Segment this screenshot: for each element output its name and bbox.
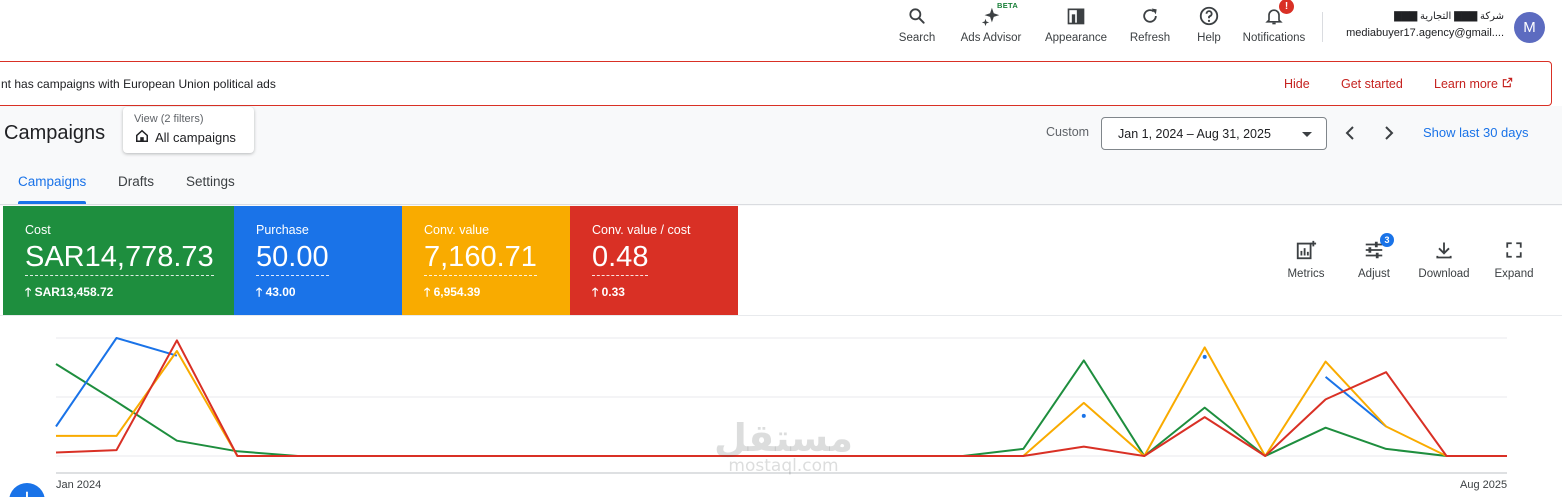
metric-card-conv-value-cost[interactable]: Conv. value / cost 0.48 🡑 0.33 xyxy=(570,206,738,315)
notifications-label: Notifications xyxy=(1242,32,1306,44)
beta-badge: BETA xyxy=(997,1,1019,10)
help-button[interactable]: Help xyxy=(1192,0,1226,52)
expand-icon xyxy=(1502,238,1526,262)
metric-delta: 🡑 6,954.39 xyxy=(424,283,480,304)
tab-campaigns[interactable]: Campaigns xyxy=(18,174,86,189)
download-button[interactable]: Download xyxy=(1413,238,1475,280)
account-email: mediabuyer17.agency@gmail.... xyxy=(1346,27,1504,39)
view-filters-label: View (2 filters) xyxy=(134,113,204,125)
banner-message: nt has campaigns with European Union pol… xyxy=(1,77,276,91)
refresh-label: Refresh xyxy=(1129,32,1171,44)
page-title: Campaigns xyxy=(4,122,106,144)
date-range-value: Jan 1, 2024 – Aug 31, 2025 xyxy=(1118,127,1271,141)
watermark-logo: مستقل xyxy=(714,416,853,460)
arrow-up-icon: 🡑 xyxy=(256,285,266,299)
metrics-button[interactable]: Metrics xyxy=(1275,238,1337,280)
view-name: All campaigns xyxy=(155,130,236,145)
caret-down-icon xyxy=(1302,132,1312,137)
bell-icon: ! xyxy=(1262,0,1294,29)
x-axis-end-label: Aug 2025 xyxy=(1460,479,1508,491)
metric-delta-value: 6,954.39 xyxy=(433,285,481,299)
tabs-divider xyxy=(0,204,1562,205)
next-period-button[interactable] xyxy=(1378,122,1400,144)
expand-button[interactable]: Expand xyxy=(1483,238,1545,280)
metric-delta: 🡑 0.33 xyxy=(592,283,625,304)
toolbar-divider xyxy=(1322,12,1323,42)
metric-card-purchase[interactable]: Purchase 50.00 🡑 43.00 xyxy=(234,206,402,315)
appearance-icon xyxy=(1064,3,1088,29)
help-icon xyxy=(1197,3,1221,29)
metric-delta-value: 43.00 xyxy=(265,285,296,299)
search-label: Search xyxy=(898,32,936,44)
expand-label: Expand xyxy=(1494,268,1534,280)
tab-settings[interactable]: Settings xyxy=(186,174,235,189)
refresh-icon xyxy=(1138,3,1162,29)
metric-label: Conv. value xyxy=(424,223,490,237)
x-axis-start-label: Jan 2024 xyxy=(56,479,102,491)
metric-label: Cost xyxy=(25,223,51,237)
home-icon xyxy=(135,129,149,146)
show-last-30-days-link[interactable]: Show last 30 days xyxy=(1423,125,1529,140)
top-toolbar: Search BETA Ads Advisor Appearance Refre… xyxy=(0,0,1562,52)
banner-learn-more-link[interactable]: Learn more xyxy=(1434,77,1513,91)
metric-card-conv-value[interactable]: Conv. value 7,160.71 🡑 6,954.39 xyxy=(402,206,570,315)
adjust-count-badge: 3 xyxy=(1380,233,1394,247)
appearance-label: Appearance xyxy=(1044,32,1108,44)
metric-delta: 🡑 SAR13,458.72 xyxy=(25,283,113,304)
arrow-up-icon: 🡑 xyxy=(592,285,602,299)
account-switcher[interactable]: شركة ▇▇▇ التجارية ▇▇▇ mediabuyer17.agenc… xyxy=(1334,11,1504,39)
metric-label: Purchase xyxy=(256,223,309,237)
metric-value: 7,160.71 xyxy=(424,241,537,276)
search-icon xyxy=(905,3,929,29)
notification-badge: ! xyxy=(1279,0,1294,14)
external-link-icon xyxy=(1502,77,1513,91)
metric-value: SAR14,778.73 xyxy=(25,241,214,276)
chevron-right-icon xyxy=(1385,126,1394,140)
tab-drafts[interactable]: Drafts xyxy=(118,174,154,189)
previous-period-button[interactable] xyxy=(1339,122,1361,144)
chevron-left-icon xyxy=(1345,126,1354,140)
account-name: شركة ▇▇▇ التجارية ▇▇▇ xyxy=(1394,11,1504,22)
metric-delta: 🡑 43.00 xyxy=(256,283,296,304)
search-button[interactable]: Search xyxy=(894,0,940,52)
banner-get-started-link[interactable]: Get started xyxy=(1341,77,1403,91)
banner-hide-link[interactable]: Hide xyxy=(1284,77,1310,91)
sparkle-icon: BETA xyxy=(979,1,1018,29)
notifications-button[interactable]: ! Notifications xyxy=(1238,0,1310,52)
metric-label: Conv. value / cost xyxy=(592,223,691,237)
eu-political-ads-banner: nt has campaigns with European Union pol… xyxy=(0,61,1552,106)
metrics-icon xyxy=(1294,238,1318,262)
date-range-picker[interactable]: Jan 1, 2024 – Aug 31, 2025 xyxy=(1101,117,1327,150)
metrics-label: Metrics xyxy=(1287,268,1325,280)
watermark: مستقل mostaql.com xyxy=(714,418,853,476)
refresh-button[interactable]: Refresh xyxy=(1126,0,1174,52)
watermark-text: mostaql.com xyxy=(728,456,839,476)
metric-value: 50.00 xyxy=(256,241,329,276)
view-selector[interactable]: View (2 filters) All campaigns xyxy=(123,107,254,153)
metric-card-cost[interactable]: Cost SAR14,778.73 🡑 SAR13,458.72 xyxy=(3,206,234,315)
arrow-up-icon: 🡑 xyxy=(25,285,35,299)
metric-delta-value: 0.33 xyxy=(601,285,625,299)
plus-icon: + xyxy=(19,483,34,497)
appearance-button[interactable]: Appearance xyxy=(1042,0,1110,52)
download-icon xyxy=(1432,238,1456,262)
metric-delta-value: SAR13,458.72 xyxy=(34,285,114,299)
adjust-button[interactable]: 3 Adjust xyxy=(1343,233,1405,280)
learn-more-label: Learn more xyxy=(1434,77,1498,91)
adjust-label: Adjust xyxy=(1358,268,1390,280)
adjust-icon: 3 xyxy=(1362,233,1394,262)
view-main: All campaigns xyxy=(135,129,236,146)
help-label: Help xyxy=(1197,32,1221,44)
date-custom-label: Custom xyxy=(1046,125,1090,139)
metric-value: 0.48 xyxy=(592,241,649,276)
download-label: Download xyxy=(1418,268,1470,280)
arrow-up-icon: 🡑 xyxy=(424,285,434,299)
ads-advisor-button[interactable]: BETA Ads Advisor xyxy=(955,0,1027,52)
ads-advisor-label: Ads Advisor xyxy=(960,32,1022,44)
avatar[interactable]: M xyxy=(1514,12,1545,43)
